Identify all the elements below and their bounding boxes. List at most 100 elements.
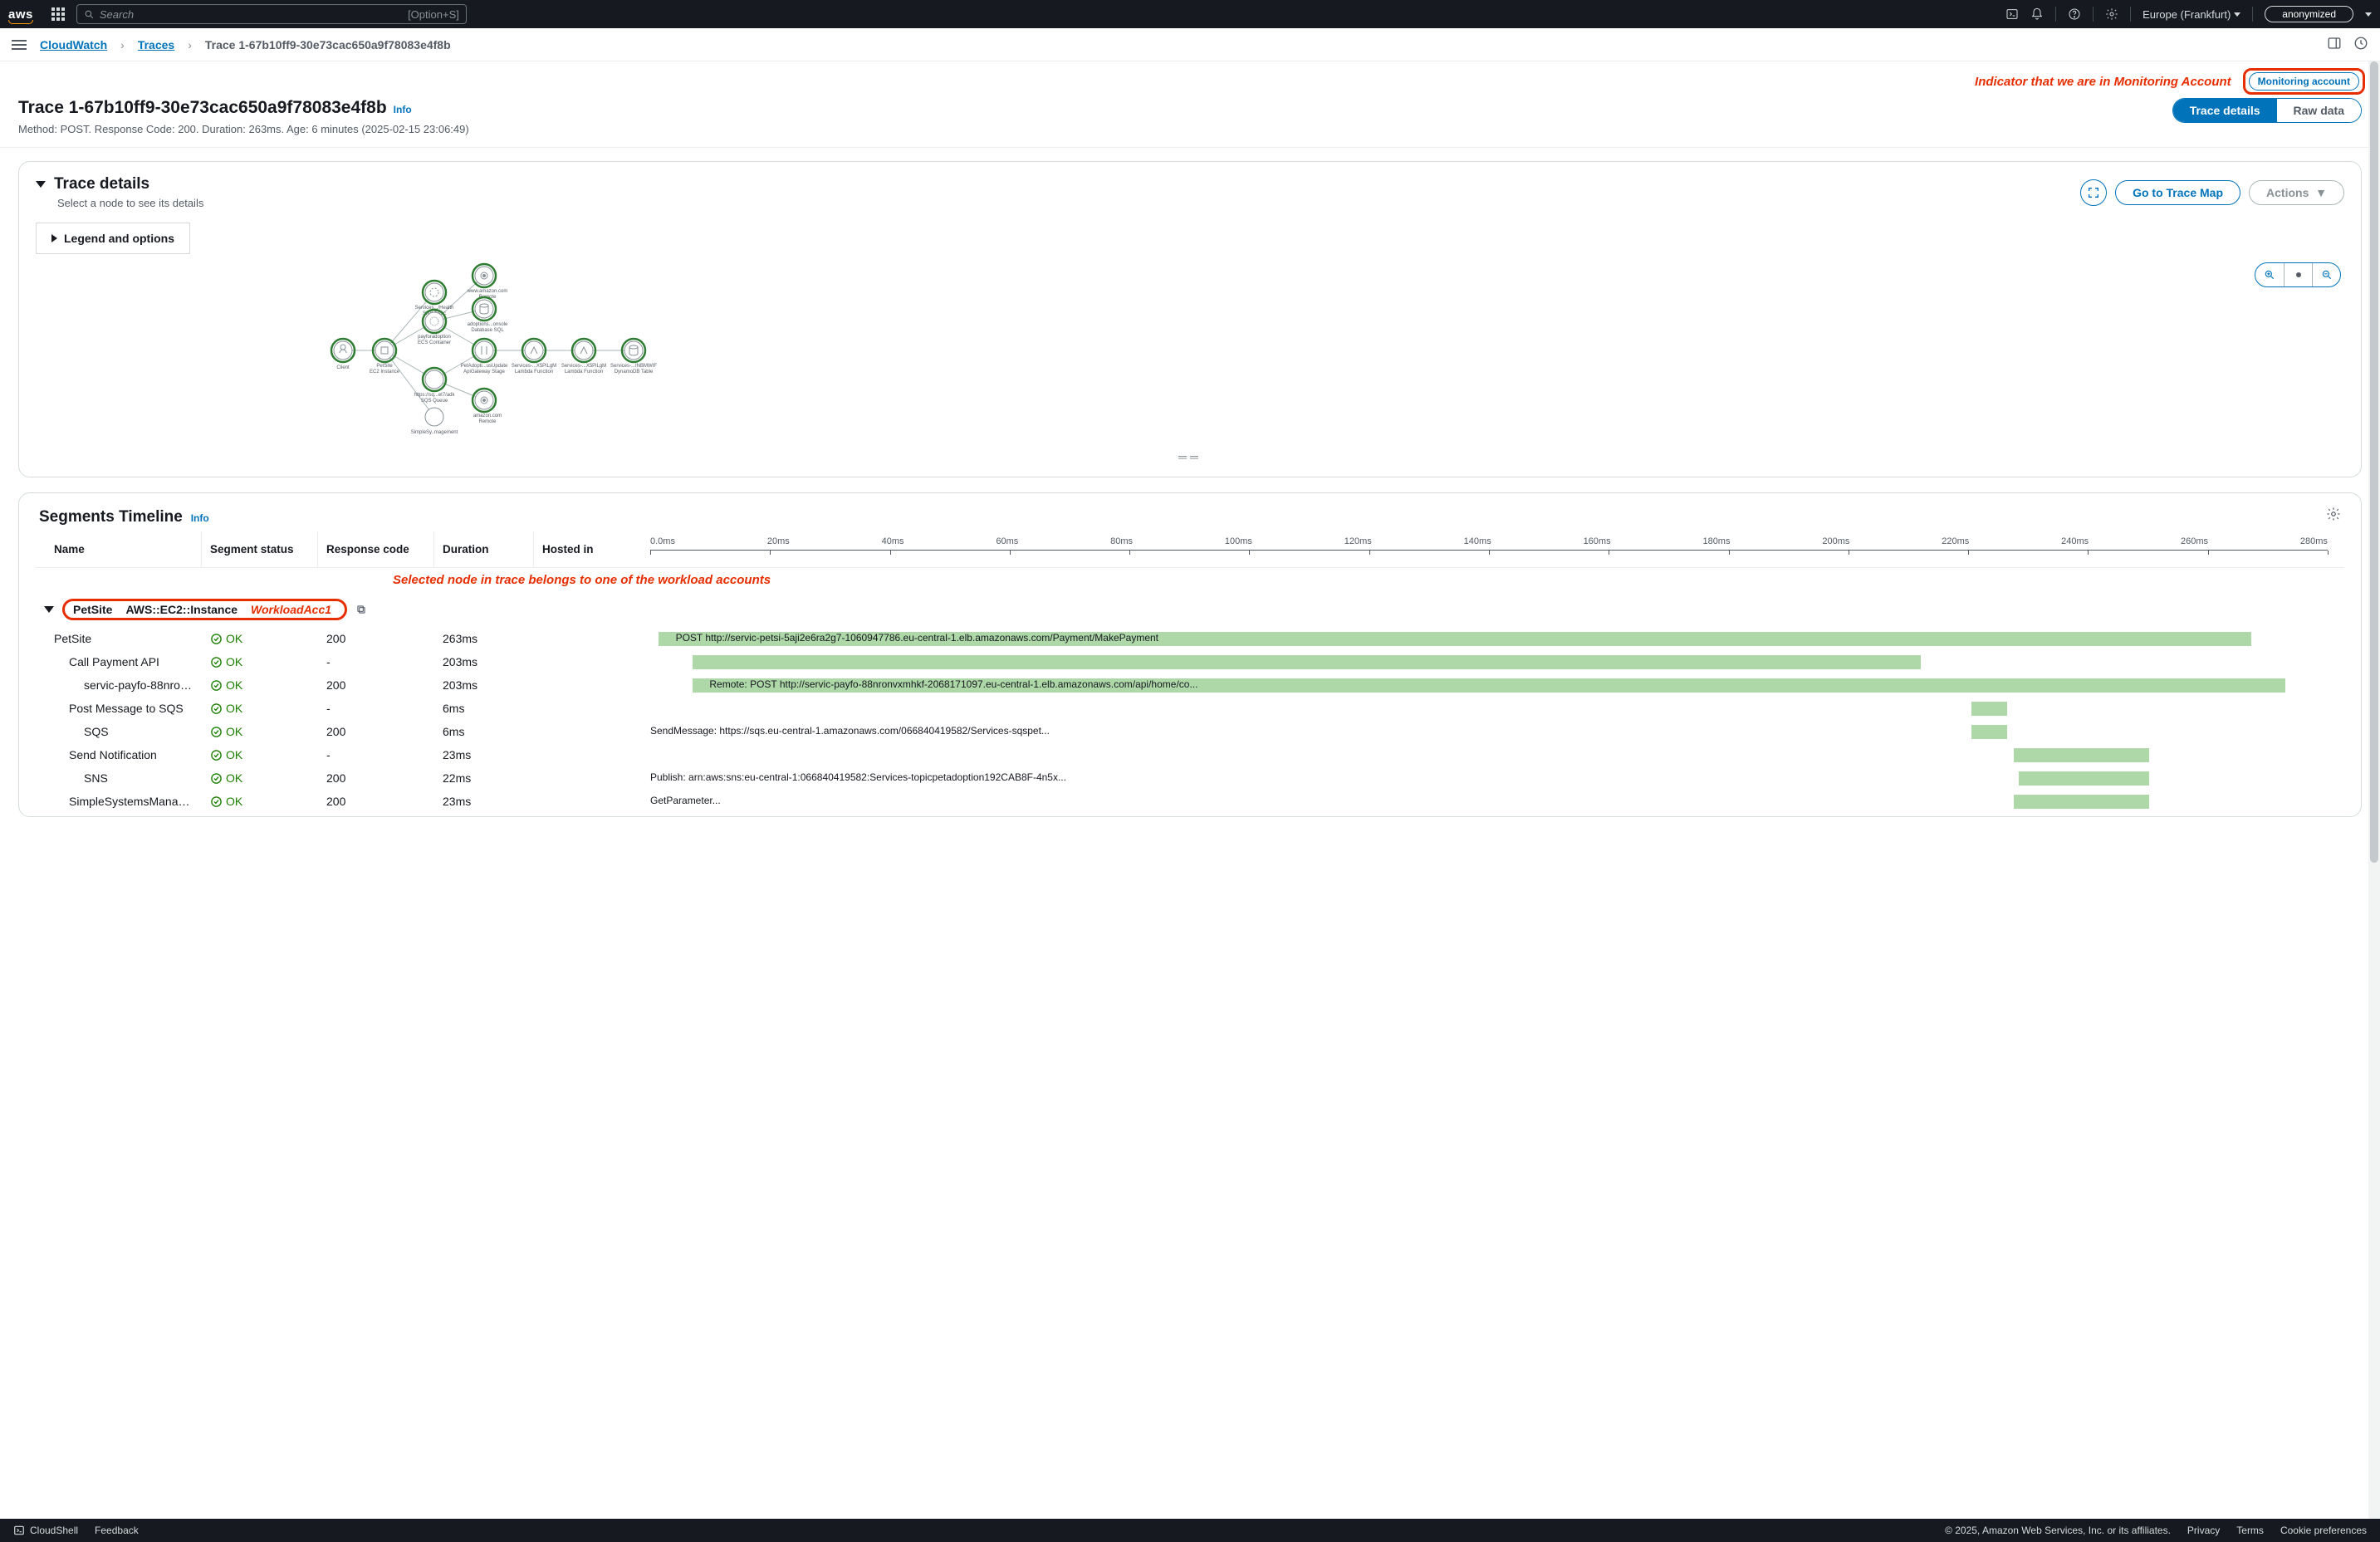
segment-name: Send Notification [36,745,202,765]
vertical-scrollbar[interactable] [2368,61,2380,1519]
trace-subtitle: Method: POST. Response Code: 200. Durati… [18,123,469,135]
feedback-link[interactable]: Feedback [95,1525,139,1536]
go-to-trace-map-button[interactable]: Go to Trace Map [2115,180,2240,205]
segment-host [534,705,650,712]
footer: CloudShell Feedback © 2025, Amazon Web S… [0,1519,2380,1542]
copy-icon[interactable] [355,604,367,615]
segment-row[interactable]: PetSiteOK200263msPOST http://servic-pets… [36,627,2344,650]
resize-handle[interactable]: ══ [36,450,2344,463]
zoom-reset-button[interactable] [2284,263,2312,286]
aws-logo[interactable]: aws [8,7,40,22]
chevron-down-icon[interactable] [2365,12,2372,17]
segment-response: - [318,698,434,718]
segment-bar-cell: Remote: POST http://servic-payfo-88nronv… [650,676,2344,694]
monitoring-account-badge[interactable]: Monitoring account [2249,72,2359,91]
segment-row[interactable]: servic-payfo-88nron...OK200203msRemote: … [36,673,2344,697]
segment-status: OK [202,745,318,765]
svg-text:Lambda Function: Lambda Function [565,370,603,374]
svg-text:Services-...X5PiLgM: Services-...X5PiLgM [512,364,556,369]
segment-group-row[interactable]: PetSite AWS::EC2::Instance WorkloadAcc1 [36,592,2344,627]
zoom-out-button[interactable] [2312,263,2340,286]
segment-duration: 203ms [434,675,534,695]
info-link[interactable]: Info [191,512,209,524]
group-highlight: PetSite AWS::EC2::Instance WorkloadAcc1 [62,599,347,620]
group-type: AWS::EC2::Instance [125,603,238,616]
cookie-prefs-link[interactable]: Cookie preferences [2280,1525,2367,1536]
global-nav: aws Search [Option+S] Europe (Frankfurt)… [0,0,2380,28]
segment-bar-cell [650,746,2344,764]
segment-status: OK [202,722,318,742]
cloudshell-icon[interactable] [2005,7,2019,21]
page-header: Trace 1-67b10ff9-30e73cac650a9f78083e4f8… [0,95,2380,148]
services-grid-icon[interactable] [51,7,65,21]
segment-host [534,798,650,805]
trace-details-sub: Select a node to see its details [57,197,203,209]
segment-row[interactable]: SNSOK20022msPublish: arn:aws:sns:eu-cent… [36,766,2344,790]
settings-icon[interactable] [2105,7,2118,21]
svg-text:PetSite: PetSite [376,364,393,369]
col-hosted-in[interactable]: Hosted in [534,531,650,567]
segment-status: OK [202,791,318,811]
copyright: © 2025, Amazon Web Services, Inc. or its… [1945,1525,2171,1536]
segment-name: PetSite [36,629,202,649]
terms-link[interactable]: Terms [2236,1525,2264,1536]
breadcrumb-cloudwatch[interactable]: CloudWatch [40,38,107,51]
segment-row[interactable]: Call Payment APIOK-203ms [36,650,2344,673]
timeline-bar-label: SendMessage: https://sqs.eu-central-1.am… [650,725,1050,737]
segment-status: OK [202,652,318,672]
timeline-bar-label: Publish: arn:aws:sns:eu-central-1:066840… [650,771,1066,783]
tab-raw-data[interactable]: Raw data [2277,99,2361,122]
timeline-header: Name Segment status Response code Durati… [36,531,2344,568]
privacy-link[interactable]: Privacy [2187,1525,2220,1536]
col-duration[interactable]: Duration [434,531,534,567]
trace-details-heading: Trace details [54,175,149,193]
legend-and-options[interactable]: Legend and options [36,223,190,254]
settings-icon[interactable] [2326,507,2341,521]
breadcrumb-traces[interactable]: Traces [138,38,174,51]
timeline-bar [1971,702,2007,716]
trace-map[interactable]: Client PetSiteEC2 Instance Services.../H… [36,259,2344,450]
segment-name: Call Payment API [36,652,202,672]
user-menu[interactable]: anonymized [2265,6,2353,22]
segment-host [534,682,650,688]
segment-row[interactable]: SimpleSystemsManage...OK20023msGetParame… [36,790,2344,813]
fullscreen-button[interactable] [2080,179,2107,206]
col-response[interactable]: Response code [318,531,434,567]
col-name[interactable]: Name [36,531,202,567]
segment-duration: 6ms [434,722,534,742]
region-selector[interactable]: Europe (Frankfurt) [2142,8,2240,21]
notifications-icon[interactable] [2030,7,2044,21]
actions-dropdown[interactable]: Actions ▼ [2249,180,2344,205]
segment-response: 200 [318,722,434,742]
clock-icon[interactable] [2353,36,2368,53]
segment-response: - [318,745,434,765]
tab-trace-details[interactable]: Trace details [2173,99,2277,122]
annotation-row: Indicator that we are in Monitoring Acco… [0,61,2380,95]
svg-text:Services-...INBMWIF: Services-...INBMWIF [610,364,657,369]
segment-status: OK [202,629,318,649]
svg-text:ECS Container: ECS Container [418,340,451,345]
cloudshell-link[interactable]: CloudShell [13,1525,78,1536]
help-icon[interactable] [2068,7,2081,21]
segment-name: SQS [36,722,202,742]
zoom-in-button[interactable] [2255,263,2284,286]
segment-duration: 23ms [434,791,534,811]
segment-row[interactable]: Send NotificationOK-23ms [36,743,2344,766]
svg-text:www.amazon.com: www.amazon.com [467,289,508,294]
expand-caret-icon [51,234,57,242]
col-timeline: 0.0ms20ms40ms60ms80ms100ms120ms140ms160m… [650,531,2344,567]
collapse-caret-icon [44,606,54,613]
panel-toggle-icon[interactable] [2327,36,2342,53]
monitoring-account-highlight: Monitoring account [2243,68,2365,95]
zoom-controls [2255,262,2341,287]
segment-duration: 203ms [434,652,534,672]
collapse-caret-icon[interactable] [36,181,46,188]
segment-response: - [318,652,434,672]
col-status[interactable]: Segment status [202,531,318,567]
trace-details-panel: Trace details Select a node to see its d… [18,161,2362,477]
global-search[interactable]: Search [Option+S] [76,4,467,24]
segment-row[interactable]: Post Message to SQSOK-6ms [36,697,2344,720]
side-nav-toggle[interactable] [12,40,27,50]
segment-row[interactable]: SQSOK2006ms SendMessage: https://sqs.eu-c… [36,720,2344,743]
info-link[interactable]: Info [394,104,412,115]
